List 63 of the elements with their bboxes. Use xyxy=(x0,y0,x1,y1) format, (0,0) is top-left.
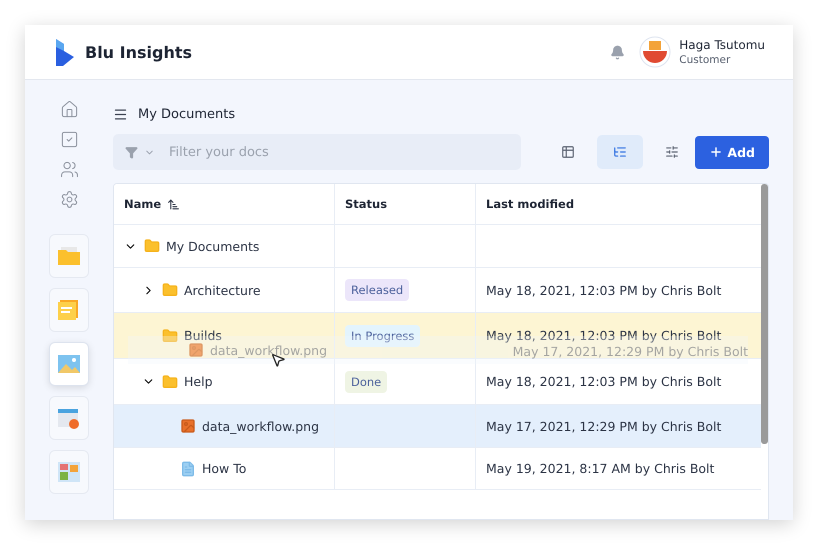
picture-app-icon xyxy=(58,354,80,374)
app-tile[interactable] xyxy=(49,288,89,332)
filter-input[interactable]: Filter your docs xyxy=(167,144,510,160)
home-icon[interactable] xyxy=(60,100,78,119)
column-header[interactable]: Last modified xyxy=(486,197,574,211)
filter-icon[interactable] xyxy=(125,146,138,158)
table-row[interactable]: How To May 19, 2021, 8:17 AM by Chris Bolt xyxy=(114,448,761,490)
column-header[interactable]: Status xyxy=(345,197,388,211)
add-button[interactable]: Add xyxy=(695,136,769,168)
image-icon xyxy=(180,418,196,434)
column-header[interactable]: Name xyxy=(124,197,162,211)
file-name: Architecture xyxy=(184,282,261,298)
modified-date: May 19, 2021, 8:17 AM by Chris Bolt xyxy=(486,461,714,476)
notification-bell-icon[interactable] xyxy=(610,44,626,60)
app-tile[interactable] xyxy=(49,450,89,494)
modified-date: May 18, 2021, 12:03 PM by Chris Bolt xyxy=(486,282,722,298)
status-tag: In Progress xyxy=(345,324,420,346)
sort-icon[interactable] xyxy=(167,198,180,210)
tree-view-button[interactable] xyxy=(597,135,644,169)
file-name: My Documents xyxy=(166,238,260,254)
file-name: data_workflow.png xyxy=(202,418,320,434)
users-icon[interactable] xyxy=(60,160,78,179)
table-icon xyxy=(561,145,576,159)
sliders-icon xyxy=(665,145,680,159)
menu-icon[interactable] xyxy=(113,106,128,122)
modified-date: May 18, 2021, 12:03 PM by Chris Bolt xyxy=(486,374,722,389)
modified-date: May 18, 2021, 12:03 PM by Chris Bolt xyxy=(486,328,722,343)
plus-icon xyxy=(709,145,724,159)
logo-icon xyxy=(55,38,75,66)
file-name: Help xyxy=(184,374,212,389)
document-icon xyxy=(180,460,196,476)
status-tag: Done xyxy=(345,370,388,392)
filter-field[interactable]: Filter your docs xyxy=(113,134,522,170)
image-icon xyxy=(188,342,204,358)
folder-icon xyxy=(162,374,178,390)
table-row[interactable]: Architecture Released May 18, 2021, 12:03 PM by Chris Bolt xyxy=(114,268,761,313)
drag-modified-date: May 17, 2021, 12:29 PM by Chris Bolt xyxy=(512,344,748,358)
app-tile[interactable] xyxy=(49,342,89,386)
modified-date: May 17, 2021, 12:29 PM by Chris Bolt xyxy=(486,418,722,434)
folder-icon xyxy=(144,238,160,254)
folder-icon xyxy=(162,282,178,298)
app-name: Blu Insights xyxy=(85,42,192,62)
app-tile[interactable] xyxy=(49,396,89,440)
page-title: My Documents xyxy=(138,106,236,122)
folder-icon xyxy=(162,328,178,344)
map-app-icon xyxy=(58,462,80,482)
status-tag: Released xyxy=(345,279,410,301)
app-tile[interactable] xyxy=(49,234,89,278)
user-name: Haga Tsutomu xyxy=(679,38,765,52)
notes-app-icon xyxy=(58,300,80,320)
table-row[interactable]: data_workflow.png May 17, 2021, 12:29 PM by Chris Bolt xyxy=(114,405,761,448)
file-name: How To xyxy=(202,461,246,476)
drag-file-name: data_workflow.png xyxy=(210,342,328,358)
calendar-app-icon xyxy=(58,407,80,429)
scrollbar-thumb[interactable] xyxy=(761,184,768,444)
tree-icon xyxy=(613,145,628,159)
avatar[interactable] xyxy=(639,36,672,68)
checkbox-icon[interactable] xyxy=(60,130,78,149)
file-name: Builds xyxy=(184,328,222,343)
settings-icon[interactable] xyxy=(60,190,78,209)
folder-app-icon xyxy=(58,247,80,265)
user-role: Customer xyxy=(679,54,732,66)
table-row[interactable]: My Documents xyxy=(114,225,761,268)
